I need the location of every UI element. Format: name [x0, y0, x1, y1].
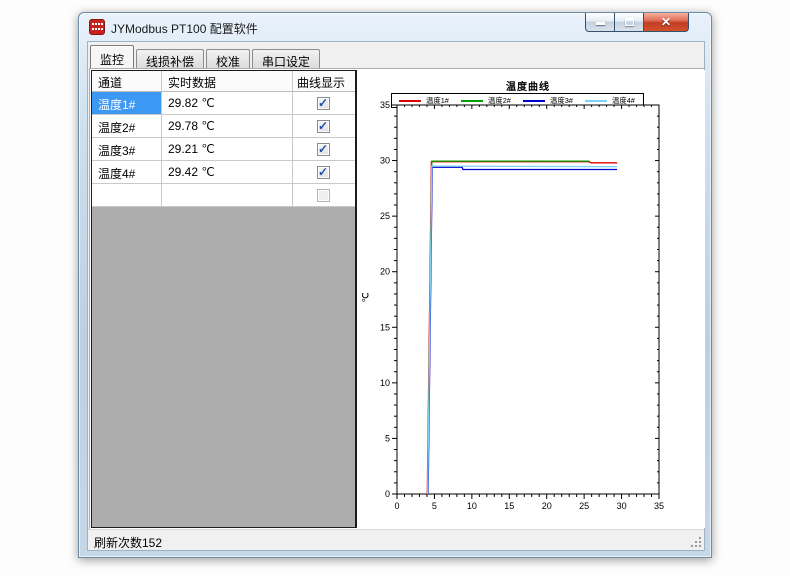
x-tick-label: 15 — [504, 501, 514, 511]
table-row: 温度3# 29.21 ℃ — [92, 138, 355, 161]
x-tick-label: 10 — [467, 501, 477, 511]
x-tick-label: 35 — [654, 501, 664, 511]
curve-checkbox-cell — [293, 184, 353, 206]
maximize-icon — [625, 18, 634, 26]
channel-cell[interactable] — [92, 184, 162, 206]
table-row: 温度2# 29.78 ℃ — [92, 115, 355, 138]
table-row: 温度1# 29.82 ℃ — [92, 92, 355, 115]
value-cell[interactable] — [162, 184, 293, 206]
value-cell[interactable]: 29.78 ℃ — [162, 115, 293, 137]
desktop: JYModbus PT100 配置软件 ✕ 监控 线损补偿 校准 串口设定 通道 — [0, 0, 790, 576]
y-tick-label: 20 — [380, 267, 390, 277]
curve-checkbox[interactable] — [317, 97, 330, 110]
value-cell[interactable]: 29.82 ℃ — [162, 92, 293, 114]
y-tick-label: 10 — [380, 378, 390, 388]
channel-cell[interactable]: 温度4# — [92, 161, 162, 183]
tab-monitor[interactable]: 监控 — [90, 45, 134, 68]
header-curve-display: 曲线显示 — [293, 71, 353, 91]
y-tick-label: 35 — [380, 100, 390, 110]
close-button[interactable]: ✕ — [643, 13, 689, 32]
status-bar: 刷新次数152 — [88, 529, 704, 550]
table-row: 温度4# 29.42 ℃ — [92, 161, 355, 184]
maximize-button[interactable] — [614, 13, 644, 32]
temperature-chart-panel: 温度曲线 温度1#温度2#温度3#温度4# ℃ 0510152025303505… — [356, 70, 705, 528]
client-area: 监控 线损补偿 校准 串口设定 通道 实时数据 曲线显示 温度1# 29.82 … — [87, 41, 705, 551]
x-tick-label: 20 — [542, 501, 552, 511]
value-cell[interactable]: 29.21 ℃ — [162, 138, 293, 160]
curve-checkbox-cell — [293, 161, 353, 183]
app-icon — [89, 19, 105, 35]
caption-buttons: ✕ — [585, 13, 689, 32]
tab-calibration[interactable]: 校准 — [206, 49, 250, 68]
tab-strip: 监控 线损补偿 校准 串口设定 — [90, 45, 322, 68]
table-row-empty — [92, 184, 355, 207]
channel-table: 通道 实时数据 曲线显示 温度1# 29.82 ℃ 温度2# 29.78 ℃ — [91, 70, 356, 528]
app-window: JYModbus PT100 配置软件 ✕ 监控 线损补偿 校准 串口设定 通道 — [78, 12, 712, 558]
minimize-icon — [596, 22, 605, 25]
chart-svg: 0 5 10 15 20 25 30 35 0 5 10 15 20 25 30 35 — [357, 70, 706, 526]
table-header-row: 通道 实时数据 曲线显示 — [92, 71, 355, 92]
x-tick-label: 5 — [432, 501, 437, 511]
curve-checkbox[interactable] — [317, 166, 330, 179]
value-cell[interactable]: 29.42 ℃ — [162, 161, 293, 183]
header-realtime-data: 实时数据 — [162, 71, 293, 91]
curve-checkbox[interactable] — [317, 143, 330, 156]
y-tick-label: 25 — [380, 211, 390, 221]
channel-cell[interactable]: 温度1# — [92, 92, 162, 114]
title-bar[interactable]: JYModbus PT100 配置软件 ✕ — [79, 13, 711, 41]
curve-checkbox-cell — [293, 92, 353, 114]
curve-checkbox[interactable] — [317, 189, 330, 202]
x-tick-label: 30 — [617, 501, 627, 511]
y-tick-label: 30 — [380, 156, 390, 166]
tab-serial-port[interactable]: 串口设定 — [252, 49, 320, 68]
channel-cell[interactable]: 温度3# — [92, 138, 162, 160]
channel-cell[interactable]: 温度2# — [92, 115, 162, 137]
close-icon: ✕ — [644, 15, 688, 29]
tab-line-loss[interactable]: 线损补偿 — [136, 49, 204, 68]
resize-grip[interactable] — [690, 536, 702, 548]
window-title: JYModbus PT100 配置软件 — [111, 20, 258, 37]
refresh-count-text: 刷新次数152 — [94, 534, 162, 551]
y-tick-label: 5 — [385, 433, 390, 443]
x-tick-label: 0 — [394, 501, 399, 511]
y-tick-label: 0 — [385, 489, 390, 499]
header-channel: 通道 — [92, 71, 162, 91]
y-tick-label: 15 — [380, 322, 390, 332]
curve-checkbox-cell — [293, 115, 353, 137]
plot-area — [397, 105, 659, 494]
minimize-button[interactable] — [585, 13, 615, 32]
curve-checkbox[interactable] — [317, 120, 330, 133]
x-tick-label: 25 — [579, 501, 589, 511]
curve-checkbox-cell — [293, 138, 353, 160]
monitor-tab-page: 通道 实时数据 曲线显示 温度1# 29.82 ℃ 温度2# 29.78 ℃ — [89, 68, 705, 530]
